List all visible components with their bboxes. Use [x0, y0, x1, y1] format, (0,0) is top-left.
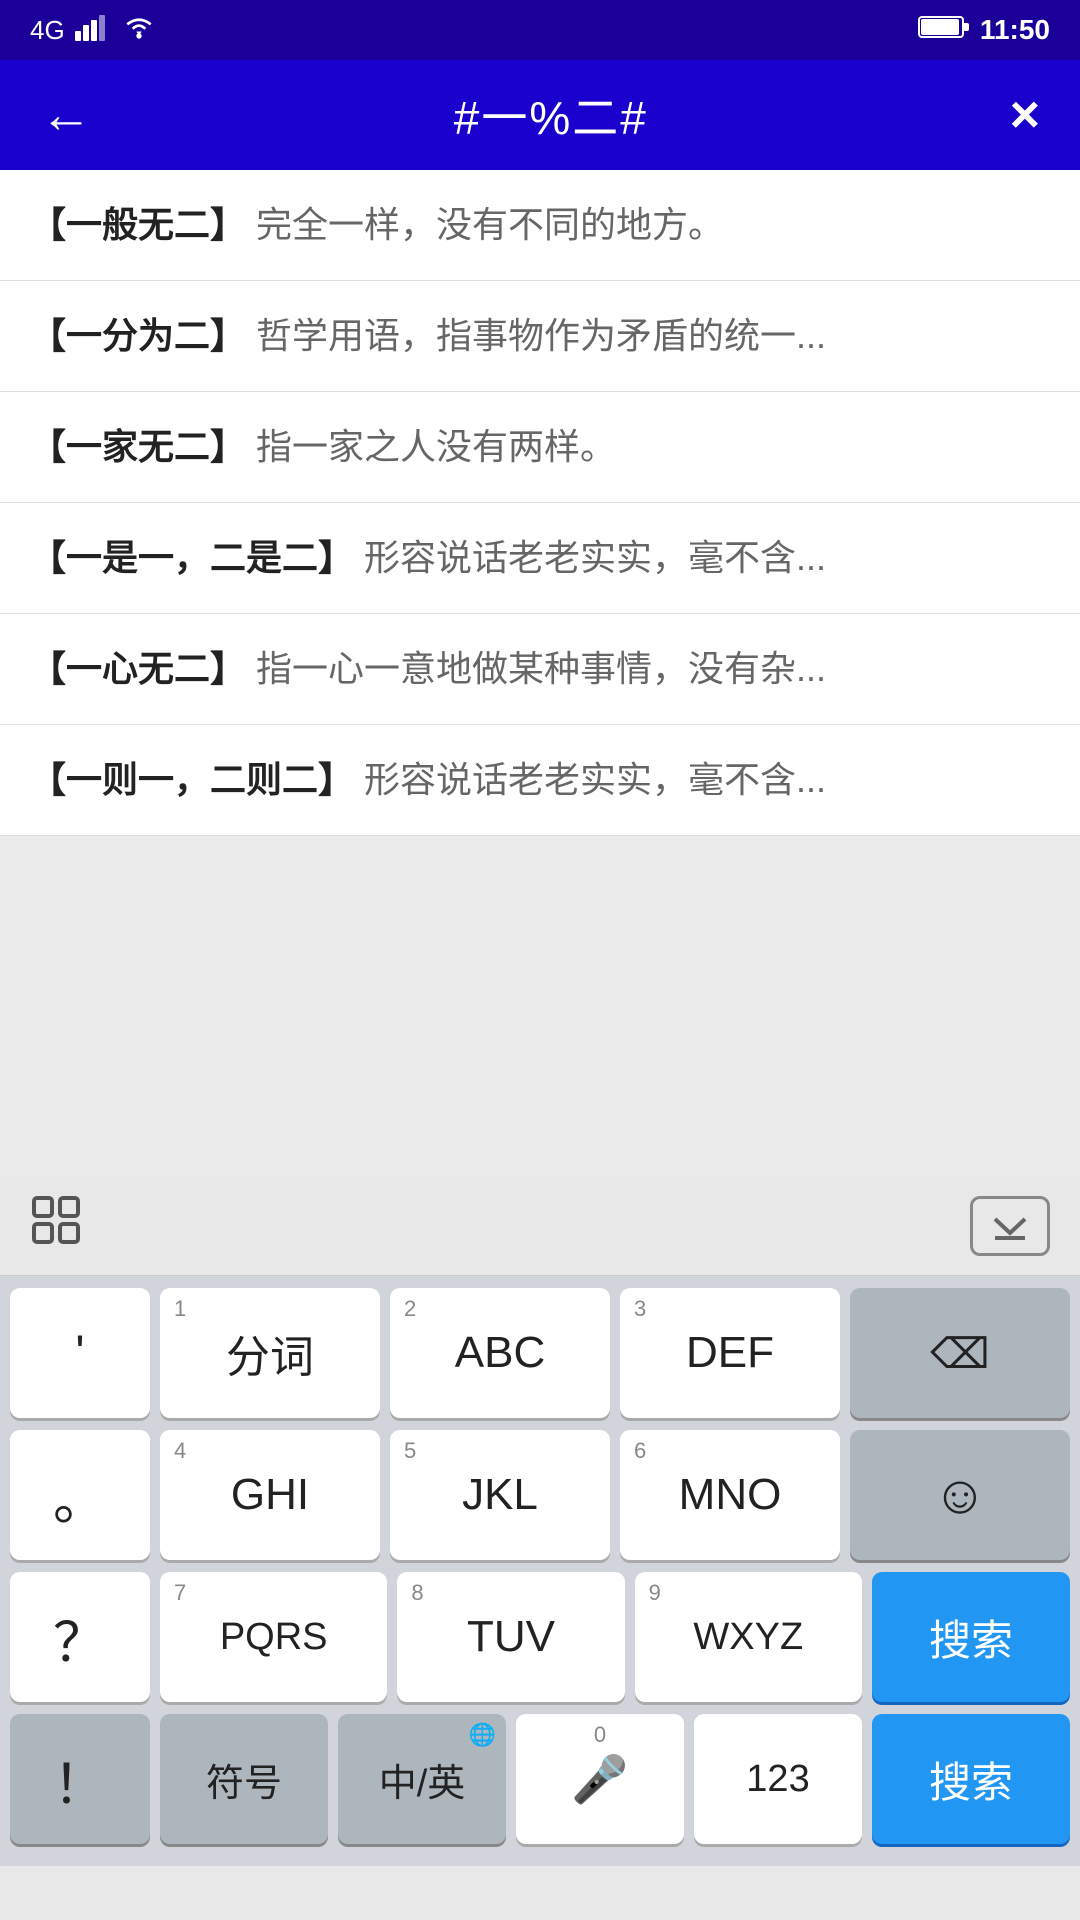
wifi-icon [121, 13, 157, 48]
space-button[interactable]: 0 🎤 [516, 1714, 684, 1844]
search-button-right[interactable]: 搜索 [872, 1572, 1070, 1702]
keyboard: ' 1 分词 2 ABC 3 DEF ⌫ 。 4 [0, 1176, 1080, 1866]
result-desc-1: 哲学用语，指事物作为矛盾的统一... [256, 315, 826, 356]
results-list: 【一般无二】 完全一样，没有不同的地方。 【一分为二】 哲学用语，指事物作为矛盾… [0, 170, 1080, 836]
signal-icon [75, 13, 111, 48]
key-period[interactable]: 。 [10, 1430, 150, 1560]
key-question[interactable]: ？ [10, 1572, 150, 1702]
result-item-0[interactable]: 【一般无二】 完全一样，没有不同的地方。 [0, 170, 1080, 281]
search-button-bottom[interactable]: 搜索 [872, 1714, 1070, 1844]
result-item-5[interactable]: 【一则一，二则二】 形容说话老老实实，毫不含... [0, 725, 1080, 836]
status-left: 4G [30, 13, 157, 48]
empty-area [0, 836, 1080, 1176]
key-comma[interactable]: ' [10, 1288, 150, 1418]
backspace-button[interactable]: ⌫ [850, 1288, 1070, 1418]
key-1[interactable]: 1 分词 [160, 1288, 380, 1418]
key-row-2: 。 4 GHI 5 JKL 6 MNO ☺ [10, 1430, 1070, 1560]
close-button[interactable]: × [1010, 85, 1040, 145]
key-exclaim[interactable]: ！ [10, 1714, 150, 1844]
key-6[interactable]: 6 MNO [620, 1430, 840, 1560]
keyboard-rows: ' 1 分词 2 ABC 3 DEF ⌫ 。 4 [0, 1276, 1080, 1866]
result-desc-3: 形容说话老老实实，毫不含... [364, 537, 826, 578]
result-term-0: 【一般无二】 [30, 204, 246, 245]
key-row-3: ？ 7 PQRS 8 TUV 9 WXYZ 搜索 [10, 1572, 1070, 1702]
result-desc-2: 指一家之人没有两样。 [256, 426, 616, 467]
grid-icon[interactable] [30, 1194, 82, 1257]
result-item-4[interactable]: 【一心无二】 指一心一意地做某种事情，没有杂... [0, 614, 1080, 725]
lang-button[interactable]: 🌐 中/英 [338, 1714, 506, 1844]
result-item-2[interactable]: 【一家无二】 指一家之人没有两样。 [0, 392, 1080, 503]
key-3[interactable]: 3 DEF [620, 1288, 840, 1418]
back-button[interactable]: ← [40, 85, 92, 145]
status-bar: 4G 11:50 [0, 0, 1080, 60]
result-term-5: 【一则一，二则二】 [30, 759, 354, 800]
key-2[interactable]: 2 ABC [390, 1288, 610, 1418]
header: ← #一%二# × [0, 60, 1080, 170]
result-item-3[interactable]: 【一是一，二是二】 形容说话老老实实，毫不含... [0, 503, 1080, 614]
result-term-3: 【一是一，二是二】 [30, 537, 354, 578]
key-4[interactable]: 4 GHI [160, 1430, 380, 1560]
key-123[interactable]: 123 [694, 1714, 862, 1844]
keyboard-toolbar [0, 1176, 1080, 1276]
key-row-1: ' 1 分词 2 ABC 3 DEF ⌫ [10, 1288, 1070, 1418]
network-label: 4G [30, 15, 65, 46]
result-item-1[interactable]: 【一分为二】 哲学用语，指事物作为矛盾的统一... [0, 281, 1080, 392]
result-desc-4: 指一心一意地做某种事情，没有杂... [256, 648, 826, 689]
symbol-button[interactable]: 符号 [160, 1714, 328, 1844]
result-desc-5: 形容说话老老实实，毫不含... [364, 759, 826, 800]
battery-icon [918, 14, 970, 47]
key-row-4: ！ 符号 🌐 中/英 0 🎤 123 搜索 [10, 1714, 1070, 1854]
key-5[interactable]: 5 JKL [390, 1430, 610, 1560]
result-desc-0: 完全一样，没有不同的地方。 [256, 204, 724, 245]
keyboard-hide-button[interactable] [970, 1196, 1050, 1256]
key-9[interactable]: 9 WXYZ [635, 1572, 862, 1702]
result-term-1: 【一分为二】 [30, 315, 246, 356]
result-term-4: 【一心无二】 [30, 648, 246, 689]
result-term-2: 【一家无二】 [30, 426, 246, 467]
search-title: #一%二# [454, 82, 648, 148]
key-8[interactable]: 8 TUV [397, 1572, 624, 1702]
key-7[interactable]: 7 PQRS [160, 1572, 387, 1702]
status-right: 11:50 [918, 14, 1050, 47]
time-display: 11:50 [980, 14, 1050, 46]
emoji-button[interactable]: ☺ [850, 1430, 1070, 1560]
